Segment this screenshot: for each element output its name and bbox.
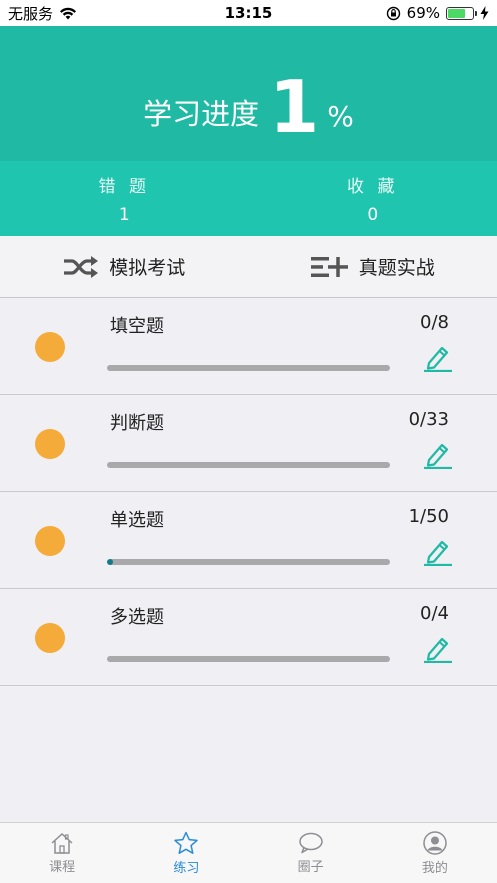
edit-icon[interactable]	[423, 635, 453, 663]
mock-exam-button[interactable]: 模拟考试	[0, 236, 249, 297]
question-count: 0/33	[408, 409, 449, 430]
list-item[interactable]: 多选题 0/4	[0, 589, 497, 686]
question-type-list: 填空题 0/8 判断题 0/33 单选题 1/50 多选题 0/4	[0, 298, 497, 686]
tab-mine[interactable]: 我的	[373, 823, 497, 883]
question-count: 0/4	[420, 603, 449, 624]
profile-icon	[423, 830, 447, 855]
question-type-title: 多选题	[110, 607, 164, 628]
action-bar: 模拟考试 真题实战	[0, 236, 497, 298]
progress-bar	[107, 559, 390, 565]
shuffle-icon	[64, 255, 99, 278]
tab-label: 圈子	[297, 859, 324, 875]
tab-label: 我的	[421, 860, 448, 876]
status-bar: 无服务 13:15 69%	[0, 0, 497, 26]
question-type-title: 填空题	[110, 316, 164, 337]
question-type-title: 判断题	[110, 413, 164, 434]
study-progress-header: 学习进度 1 %	[0, 26, 497, 161]
edit-icon[interactable]	[423, 538, 453, 566]
status-dot	[35, 623, 65, 653]
carrier-label: 无服务	[8, 4, 54, 23]
question-type-title: 单选题	[110, 510, 164, 531]
question-count: 1/50	[408, 506, 449, 527]
question-count: 0/8	[420, 312, 449, 333]
list-item[interactable]: 判断题 0/33	[0, 395, 497, 492]
battery-percent: 69%	[406, 4, 440, 22]
stat-wrong-questions[interactable]: 错 题 1	[0, 161, 249, 236]
battery-icon	[446, 6, 477, 20]
real-exam-label: 真题实战	[358, 257, 435, 279]
list-add-icon	[310, 256, 348, 277]
orientation-lock-icon	[386, 6, 400, 20]
stat-favorites[interactable]: 收 藏 0	[249, 161, 497, 236]
chat-bubble-icon	[298, 832, 323, 853]
stat-value: 1	[118, 205, 130, 225]
real-exam-button[interactable]: 真题实战	[249, 236, 497, 297]
progress-bar	[107, 656, 390, 662]
home-icon	[51, 832, 73, 854]
status-dot	[35, 429, 65, 459]
progress-bar	[107, 365, 390, 371]
list-item[interactable]: 单选题 1/50	[0, 492, 497, 589]
edit-icon[interactable]	[423, 441, 453, 469]
stat-label: 收 藏	[347, 177, 399, 197]
list-item[interactable]: 填空题 0/8	[0, 298, 497, 395]
status-dot	[35, 332, 65, 362]
stat-value: 0	[367, 205, 379, 225]
progress-bar	[107, 462, 390, 468]
star-icon	[174, 831, 199, 854]
progress-label: 学习进度	[143, 97, 260, 131]
stats-row: 错 题 1 收 藏 0	[0, 161, 497, 236]
wifi-icon	[60, 7, 77, 19]
stat-label: 错 题	[98, 177, 150, 197]
tab-practice[interactable]: 练习	[124, 823, 248, 883]
mock-exam-label: 模拟考试	[109, 257, 186, 279]
tab-community[interactable]: 圈子	[249, 823, 373, 883]
charging-bolt-icon	[480, 6, 489, 20]
tab-label: 练习	[173, 860, 200, 876]
progress-unit: %	[327, 100, 354, 133]
tab-label: 课程	[49, 859, 76, 875]
tab-bar: 课程 练习 圈子 我的	[0, 822, 497, 883]
status-dot	[35, 526, 65, 556]
tab-courses[interactable]: 课程	[0, 823, 124, 883]
progress-value: 1	[269, 65, 320, 149]
edit-icon[interactable]	[423, 344, 453, 372]
